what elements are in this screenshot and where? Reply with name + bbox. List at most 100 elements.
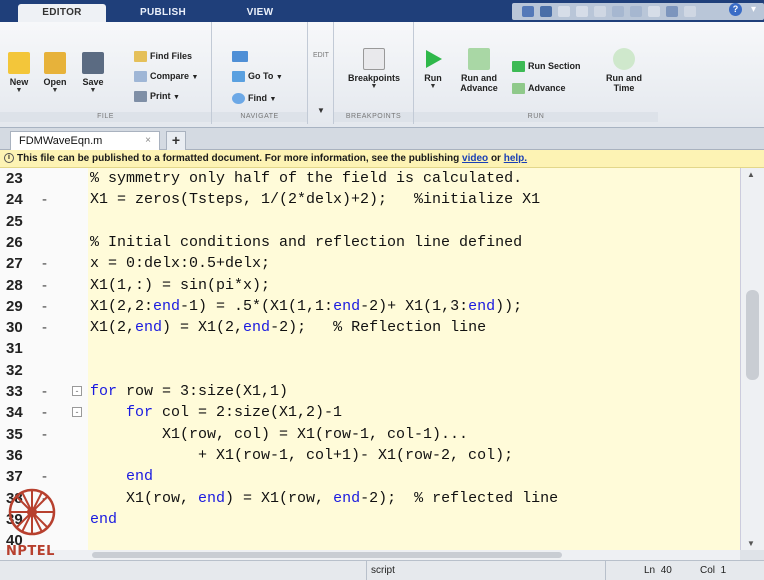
code-line[interactable]: 34 - - for col = 2:size(X1,2)-1 [0, 402, 740, 423]
executable-line-marker[interactable]: - [42, 402, 47, 423]
executable-line-marker[interactable]: - [42, 189, 47, 210]
code-text: end [90, 510, 118, 528]
code-line[interactable]: 38- X1(row, end) = X1(row, end-2); % ref… [0, 488, 740, 509]
code-text: X1(row, end) = X1(row, end-2); % reflect… [90, 489, 559, 507]
copy-icon[interactable] [576, 6, 588, 17]
executable-line-marker[interactable]: - [42, 253, 47, 274]
help-link[interactable]: help. [504, 153, 527, 164]
find-label: Find [248, 93, 267, 103]
open-label: Open [43, 77, 67, 87]
save-icon[interactable] [540, 6, 552, 17]
code-line[interactable]: 29 - X1(2,2:end-1) = .5*(X1(1,1:end-2)+ X1… [0, 296, 740, 317]
horizontal-scroll-thumb[interactable] [92, 552, 562, 558]
code-line[interactable]: 37- end [0, 466, 740, 487]
code-line[interactable]: 24 - X1 = zeros(Tsteps, 1/(2*delx)+2); %in… [0, 189, 740, 210]
code-line[interactable]: 35 - X1(row, col) = X1(row-1, col-1)... [0, 424, 740, 445]
undo-icon[interactable] [612, 6, 624, 17]
run-section-button[interactable]: Run Section [512, 58, 581, 74]
fold-toggle-icon[interactable]: - [72, 407, 82, 418]
tab-view[interactable]: VIEW [220, 4, 300, 22]
close-icon[interactable]: × [145, 132, 151, 150]
tab-publish[interactable]: PUBLISH [118, 4, 208, 22]
open-button[interactable]: Open ▼ [38, 52, 72, 95]
vertical-scroll-thumb[interactable] [746, 290, 759, 380]
code-line[interactable]: 27 - x = 0:delx:0.5+delx; [0, 253, 740, 274]
code-line[interactable]: 23 % symmetry only half of the field is c… [0, 168, 740, 189]
switch-windows-icon[interactable] [648, 6, 660, 17]
code-line[interactable]: 36 + X1(row-1, col+1)- X1(row-2, col); [0, 445, 740, 466]
line-status: Ln 40 [644, 561, 672, 580]
scroll-down-icon[interactable]: ▼ [747, 539, 755, 548]
executable-line-marker[interactable]: - [42, 275, 47, 296]
go-to-button[interactable]: Go To ▼ [232, 68, 283, 84]
run-and-advance-label: Run and Advance [460, 73, 498, 93]
nptel-emblem-icon [8, 488, 56, 536]
new-button[interactable]: New ▼ [4, 52, 34, 95]
find-files-button[interactable]: Find Files [134, 48, 192, 64]
code-line[interactable]: 39 end [0, 509, 740, 530]
file-tab-fdmwaveeqn[interactable]: FDMWaveEqn.m × [10, 131, 160, 150]
save-button[interactable]: Save ▼ [76, 52, 110, 95]
fold-toggle-icon[interactable]: - [72, 386, 82, 396]
magnifier-icon [232, 93, 245, 105]
save-label: Save [82, 77, 104, 87]
run-group-label: RUN [414, 112, 658, 122]
matlab-editor-window: EDITOR PUBLISH VIEW ? ▾ New ▼ Open ▼ Sav… [0, 0, 764, 580]
code-line[interactable]: 30 - X1(2,end) = X1(2,end-2); % Reflection… [0, 317, 740, 338]
horizontal-scrollbar[interactable] [0, 550, 740, 560]
code-line[interactable]: 28 - X1(1,:) = sin(pi*x); [0, 275, 740, 296]
tab-editor[interactable]: EDITOR [18, 4, 106, 22]
code-text: X1(1,:) = sin(pi*x); [90, 276, 271, 294]
scroll-up-icon[interactable]: ▲ [747, 170, 755, 179]
vertical-scrollbar[interactable]: ▲ ▼ [740, 168, 764, 550]
print-button[interactable]: Print ▼ [134, 88, 180, 104]
executable-line-marker[interactable]: - [42, 296, 47, 317]
executable-line-marker[interactable]: - [42, 317, 47, 338]
column-label: Col [700, 565, 716, 576]
code-text: x = 0:delx:0.5+delx; [90, 255, 271, 273]
new-plus-icon [8, 52, 30, 74]
printer-icon [134, 91, 147, 103]
code-editor[interactable]: 23 % symmetry only half of the field is c… [0, 168, 740, 550]
breakpoints-button[interactable]: Breakpoints ▼ [338, 48, 410, 91]
code-line[interactable]: 26 % Initial conditions and reflection li… [0, 232, 740, 253]
edit-group[interactable]: EDIT ▼ [308, 22, 334, 124]
expand-icon[interactable]: ▾ [747, 3, 760, 16]
nav-arrows[interactable] [232, 48, 251, 64]
minimize-icon[interactable] [684, 6, 696, 17]
advance-icon [512, 83, 525, 95]
code-text: % symmetry only half of the field is cal… [90, 170, 523, 187]
layout-icon[interactable] [522, 6, 534, 17]
executable-line-marker[interactable]: - [42, 381, 47, 402]
code-line[interactable]: 25 [0, 211, 740, 232]
add-tab-button[interactable]: + [166, 131, 186, 150]
line-number: 23 [6, 170, 23, 187]
cut-icon[interactable] [558, 6, 570, 17]
line-number: 32 [6, 361, 23, 379]
video-link[interactable]: video [462, 153, 488, 164]
compare-label: Compare [150, 71, 190, 81]
advance-button[interactable]: Advance [512, 80, 566, 96]
stopwatch-icon [613, 48, 635, 70]
code-line[interactable]: 31 [0, 338, 740, 359]
breakpoints-label: Breakpoints [347, 73, 400, 83]
find-button[interactable]: Find ▼ [232, 90, 276, 106]
run-advance-icon [468, 48, 490, 70]
redo-icon[interactable] [630, 6, 642, 17]
code-line[interactable]: 40 [0, 530, 740, 550]
paste-icon[interactable] [594, 6, 606, 17]
code-line[interactable]: 32 [0, 360, 740, 381]
compare-button[interactable]: Compare ▼ [134, 68, 198, 84]
run-and-advance-button[interactable]: Run and Advance [454, 48, 504, 93]
run-button[interactable]: Run ▼ [418, 48, 448, 91]
run-and-time-button[interactable]: Run and Time [600, 48, 648, 93]
window-icon[interactable] [666, 6, 678, 17]
publishing-info-bar: i This file can be published to a formatt… [0, 150, 764, 168]
executable-line-marker[interactable]: - [42, 424, 47, 445]
column-value: 1 [720, 565, 727, 576]
run-section-icon [512, 61, 525, 73]
code-line[interactable]: 33- - for row = 3:size(X1,1) [0, 381, 740, 402]
help-icon[interactable]: ? [729, 3, 742, 16]
line-number: 28 [6, 276, 23, 294]
column-status: Col 1 [700, 561, 726, 580]
